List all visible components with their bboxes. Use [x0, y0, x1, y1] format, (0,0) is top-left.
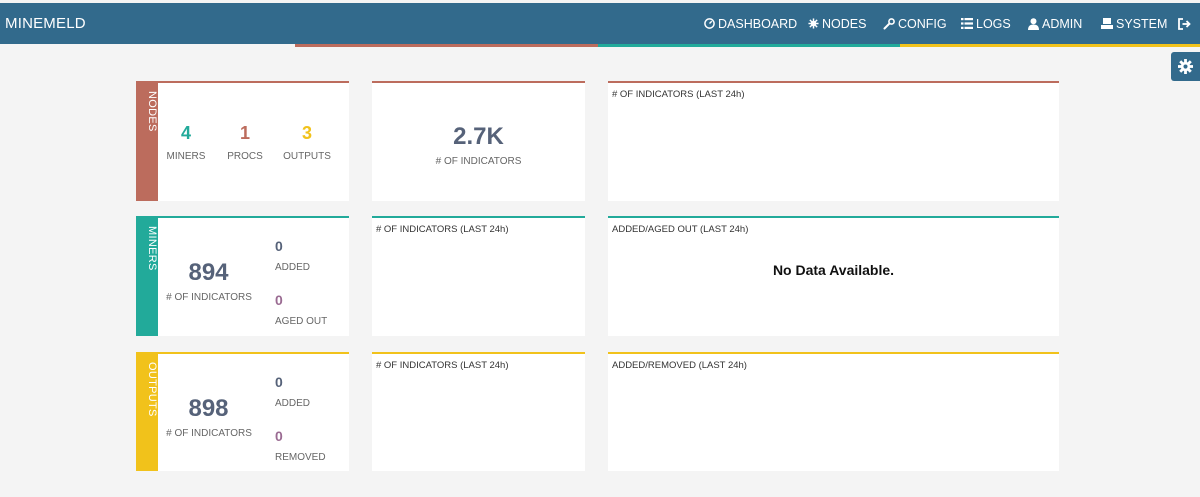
- system-icon: [1101, 18, 1113, 29]
- nodes-indicators-chart: # OF INDICATORS (LAST 24h): [608, 81, 1059, 201]
- logout-icon: [1178, 17, 1191, 30]
- nav-system-label: SYSTEM: [1116, 16, 1168, 31]
- total-indicators-value: 2.7K: [453, 123, 504, 150]
- nav-nodes-label: NODES: [822, 16, 867, 31]
- nodes-chart-title: # OF INDICATORS (LAST 24h): [612, 89, 745, 100]
- dashboard-icon: [704, 18, 715, 29]
- miners-indicators-value: 894: [188, 259, 229, 286]
- outputs-count: 3: [301, 123, 312, 143]
- nav-dashboard-label: DASHBOARD: [718, 16, 798, 31]
- outputs-label: OUTPUTS: [283, 151, 331, 162]
- miners-label: MINERS: [166, 151, 206, 162]
- outputs-added-removed-chart: ADDED/REMOVED (LAST 24h): [608, 352, 1059, 471]
- nav-dashboard[interactable]: DASHBOARD: [704, 3, 797, 44]
- nav-logs[interactable]: LOGS: [961, 3, 1011, 44]
- nav-admin[interactable]: ADMIN: [1028, 3, 1082, 44]
- brand-logo[interactable]: MINEMELD: [5, 3, 86, 44]
- nodes-icon: [808, 18, 819, 29]
- outputs-removed-value: 0: [275, 428, 283, 444]
- miners-indicators-label: # OF INDICATORS: [166, 292, 252, 303]
- nodes-total-panel: 2.7K # OF INDICATORS: [372, 81, 585, 201]
- miners-added-value: 0: [275, 238, 283, 254]
- outputs-indicators-value: 898: [188, 395, 229, 422]
- user-icon: [1028, 17, 1039, 30]
- nav-admin-label: ADMIN: [1042, 16, 1083, 31]
- miners-summary-panel: MINERS 894 # OF INDICATORS 0 ADDED 0 AGE…: [136, 216, 349, 336]
- miners-aged-out-label: AGED OUT: [275, 316, 328, 327]
- nodes-tab[interactable]: NODES: [136, 83, 158, 201]
- total-indicators-label: # OF INDICATORS: [435, 156, 522, 167]
- nav-nodes[interactable]: NODES: [808, 3, 866, 44]
- wrench-icon: [883, 17, 895, 29]
- miners-added-label: ADDED: [275, 262, 311, 273]
- miners-indicators-chart: # OF INDICATORS (LAST 24h): [372, 216, 585, 336]
- top-navbar: MINEMELD DASHBOARD NODES CONFIG LOGS ADM…: [0, 3, 1200, 47]
- miners-tab[interactable]: MINERS: [136, 218, 158, 336]
- miners-tab-label: MINERS: [146, 226, 158, 271]
- nav-logs-label: LOGS: [976, 16, 1011, 31]
- outputs-tab-label: OUTPUTS: [146, 362, 158, 417]
- outputs-summary-panel: OUTPUTS 898 # OF INDICATORS 0 ADDED 0 RE…: [136, 352, 349, 471]
- outputs-added-value: 0: [275, 374, 283, 390]
- nav-accent-outputs: [900, 44, 1200, 47]
- outputs-indicators-label: # OF INDICATORS: [166, 428, 252, 439]
- miners-chart1-title: # OF INDICATORS (LAST 24h): [376, 224, 509, 235]
- nav-system[interactable]: SYSTEM: [1101, 3, 1167, 44]
- settings-button[interactable]: [1171, 52, 1200, 81]
- nav-accent-miners: [598, 44, 900, 47]
- nav-config[interactable]: CONFIG: [883, 3, 947, 44]
- outputs-added-label: ADDED: [275, 398, 311, 409]
- procs-label: PROCS: [227, 151, 263, 162]
- outputs-chart1-title: # OF INDICATORS (LAST 24h): [376, 360, 509, 371]
- nodes-tab-label: NODES: [146, 91, 158, 132]
- miners-aged-out-value: 0: [275, 292, 283, 308]
- logout-button[interactable]: [1178, 3, 1194, 44]
- outputs-chart2-title: ADDED/REMOVED (LAST 24h): [612, 360, 747, 371]
- no-data-message: No Data Available.: [772, 262, 895, 278]
- outputs-indicators-chart: # OF INDICATORS (LAST 24h): [372, 352, 585, 471]
- list-icon: [961, 18, 973, 29]
- miners-chart2-title: ADDED/AGED OUT (LAST 24h): [612, 224, 749, 235]
- nav-accent-nodes: [295, 44, 598, 47]
- procs-count: 1: [239, 123, 250, 143]
- outputs-removed-label: REMOVED: [275, 452, 326, 463]
- miners-added-aged-chart: ADDED/AGED OUT (LAST 24h) No Data Availa…: [608, 216, 1059, 336]
- outputs-tab[interactable]: OUTPUTS: [136, 354, 158, 471]
- miners-count: 4: [180, 123, 191, 143]
- nodes-summary-panel: NODES 4 MINERS 1 PROCS 3 OUTPUTS: [136, 81, 349, 201]
- gear-icon: [1178, 59, 1193, 74]
- nav-config-label: CONFIG: [898, 16, 947, 31]
